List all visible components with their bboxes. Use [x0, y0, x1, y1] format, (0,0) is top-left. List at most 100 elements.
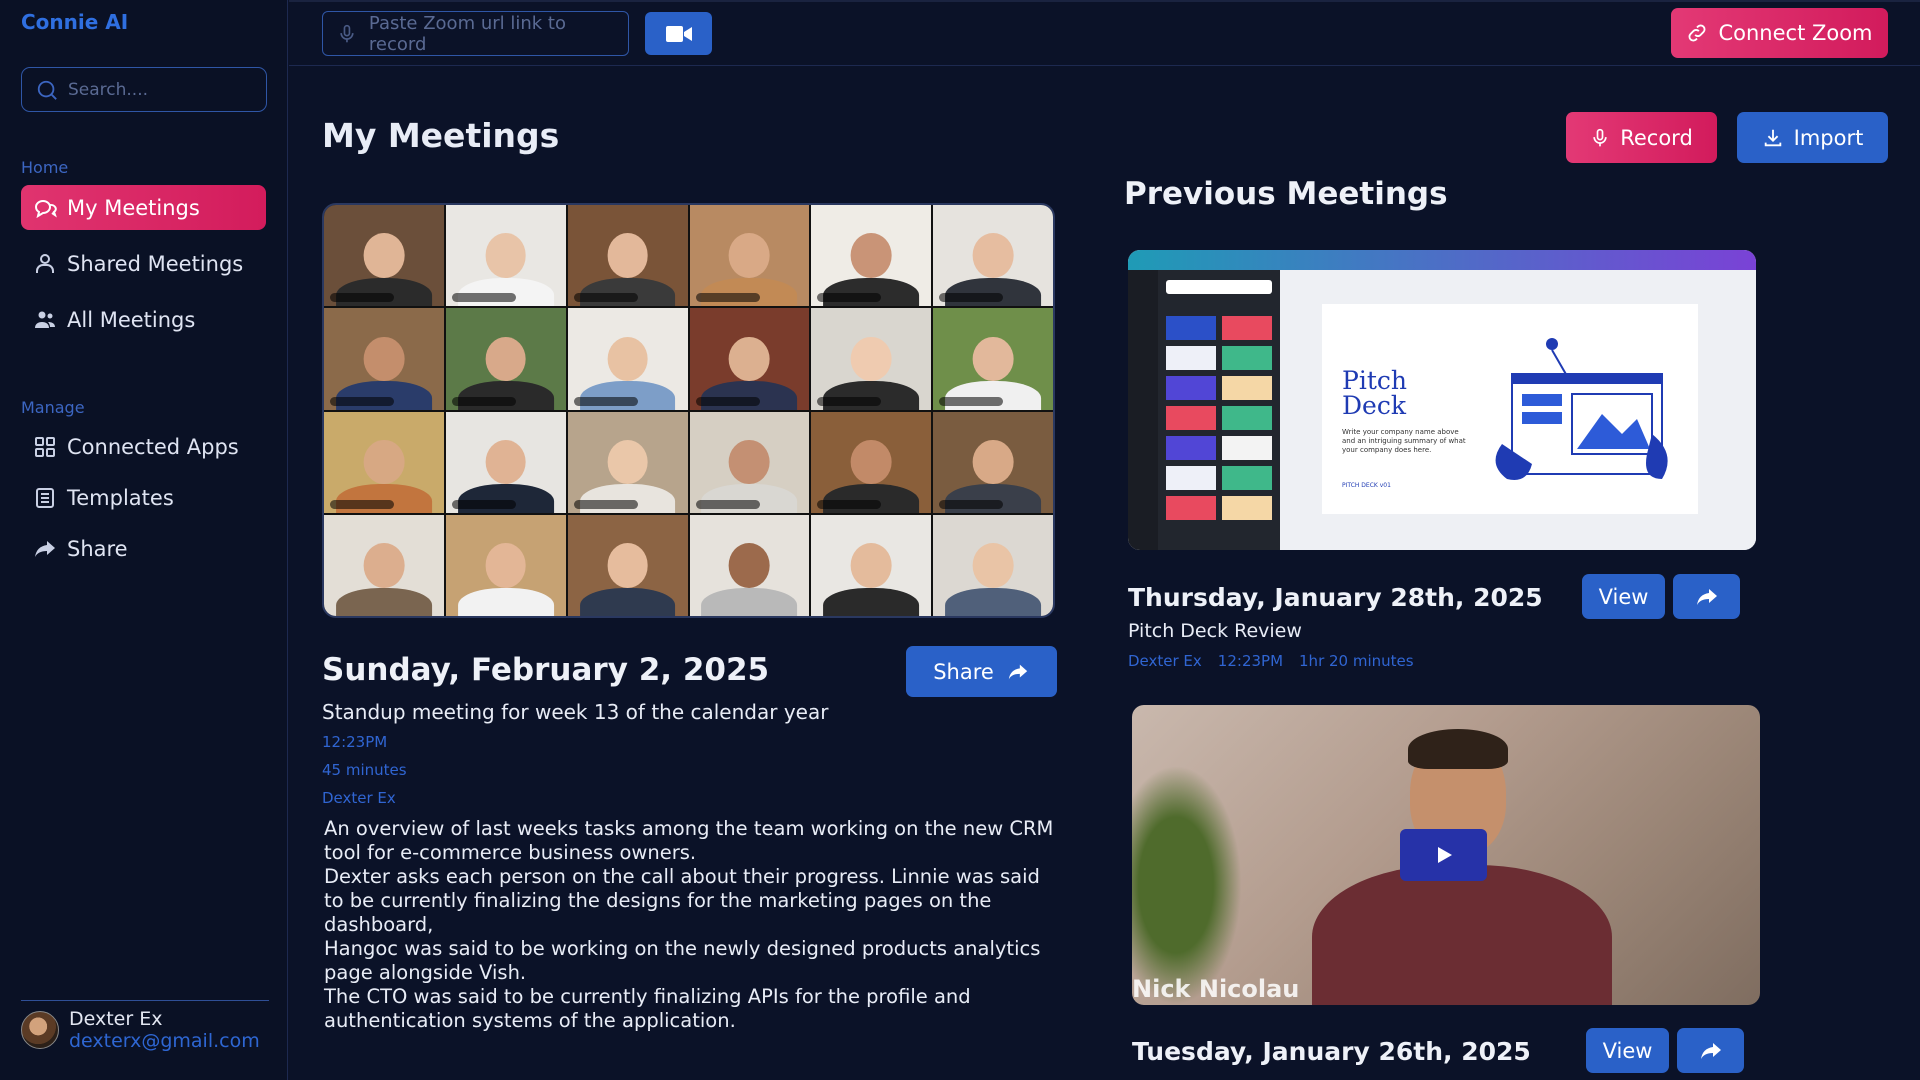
sidebar-item-my-meetings[interactable]: My Meetings: [21, 185, 266, 230]
meeting-thumbnail[interactable]: Pitch Deck Write your company name above…: [1128, 250, 1756, 550]
meeting-subtitle: Standup meeting for week 13 of the calen…: [322, 700, 829, 724]
share-arrow-icon: [1696, 588, 1717, 605]
user-email: dexterx@gmail.com: [69, 1030, 260, 1052]
participant-tile: [689, 308, 810, 410]
slide-title-line-1: Pitch: [1342, 366, 1407, 395]
sidebar-item-label: Shared Meetings: [67, 251, 244, 276]
meeting-date: Sunday, February 2, 2025: [322, 652, 770, 688]
meeting-video-grid[interactable]: [322, 203, 1055, 618]
share-arrow-icon: [1008, 664, 1027, 679]
connect-zoom-label: Connect Zoom: [1718, 21, 1873, 45]
connect-zoom-button[interactable]: Connect Zoom: [1671, 8, 1888, 58]
participant-tile: [445, 411, 566, 513]
participant-tile: [445, 205, 566, 307]
search-icon: [37, 80, 57, 100]
participant-tile: [445, 308, 566, 410]
meeting-host: Dexter Ex: [1128, 652, 1202, 670]
import-button[interactable]: Import: [1737, 112, 1888, 163]
meeting-duration: 45 minutes: [322, 761, 407, 779]
meeting-time: 12:23PM: [1217, 652, 1284, 670]
participant-tile: [445, 514, 566, 616]
speaker-shirt: [1312, 865, 1612, 1005]
sidebar-item-connected-apps[interactable]: Connected Apps: [21, 424, 266, 469]
participant-tile: [933, 308, 1053, 410]
sidebar-item-label: All Meetings: [67, 307, 196, 332]
sidebar: Connie AI Search.... Home My Meetings Sh…: [0, 0, 288, 1080]
zoom-url-placeholder: Paste Zoom url link to record: [368, 12, 566, 55]
record-button[interactable]: Record: [1566, 112, 1717, 163]
slide-footer: PITCH DECK v01: [1342, 482, 1391, 489]
meeting-date: Thursday, January 28th, 2025: [1128, 583, 1543, 612]
participant-tile: [811, 205, 932, 307]
sidebar-item-label: My Meetings: [67, 195, 200, 220]
participant-tile: [567, 308, 688, 410]
participant-tile: [324, 411, 444, 513]
participant-tile: [811, 411, 932, 513]
slide-title-line-2: Deck: [1342, 391, 1406, 420]
meeting-host: Dexter Ex: [322, 789, 396, 807]
participant-tile: [567, 411, 688, 513]
previous-meetings-title: Previous Meetings: [1124, 176, 1448, 212]
sidebar-item-label: Connected Apps: [67, 434, 239, 459]
slide-toolbar: [1128, 250, 1756, 270]
meeting-time: 12:23PM: [322, 733, 388, 751]
template-icon: [36, 487, 54, 508]
participant-tile: [689, 514, 810, 616]
slide-template-panel: [1158, 270, 1280, 550]
meeting-date: Tuesday, January 26th, 2025: [1132, 1037, 1531, 1066]
download-icon: [1764, 129, 1781, 146]
view-button[interactable]: View: [1582, 574, 1665, 619]
chat-bubbles-icon: [34, 199, 57, 218]
grid-icon: [35, 436, 55, 457]
participant-tile: [689, 411, 810, 513]
slide: Pitch Deck Write your company name above…: [1322, 304, 1698, 514]
participant-tile: [933, 205, 1053, 307]
avatar[interactable]: [21, 1011, 59, 1049]
speaker-hair: [1408, 729, 1508, 769]
share-button[interactable]: [1677, 1028, 1744, 1073]
play-button[interactable]: [1400, 829, 1487, 881]
sidebar-item-shared-meetings[interactable]: Shared Meetings: [21, 241, 266, 286]
section-label-home: Home: [21, 158, 69, 177]
meeting-description: An overview of last weeks tasks among th…: [324, 817, 1054, 1032]
search-input[interactable]: Search....: [21, 67, 267, 112]
zoom-url-input[interactable]: Paste Zoom url link to record: [322, 11, 629, 56]
share-button[interactable]: Share: [906, 646, 1057, 697]
sidebar-item-label: Share: [67, 536, 128, 561]
participant-tile: [933, 514, 1053, 616]
people-icon: [35, 311, 55, 328]
person-icon: [36, 253, 54, 273]
share-button[interactable]: [1673, 574, 1740, 619]
link-icon: [1689, 24, 1706, 42]
sidebar-item-share[interactable]: Share: [21, 526, 266, 571]
sidebar-item-all-meetings[interactable]: All Meetings: [21, 297, 266, 342]
meeting-video-thumbnail[interactable]: Nick Nicolau: [1132, 705, 1760, 1005]
participant-tile: [689, 205, 810, 307]
slide-body-text: Write your company name above and an int…: [1342, 428, 1466, 454]
speaker-name: Nick Nicolau: [1132, 975, 1300, 1003]
page-title: My Meetings: [322, 116, 560, 155]
participant-tile: [324, 205, 444, 307]
participant-tile: [811, 308, 932, 410]
sidebar-item-templates[interactable]: Templates: [21, 475, 266, 520]
share-arrow-icon: [1700, 1042, 1721, 1059]
video-camera-button[interactable]: [645, 12, 712, 55]
import-label: Import: [1793, 125, 1864, 150]
user-profile[interactable]: Dexter Ex dexterx@gmail.com: [21, 1008, 260, 1052]
record-label: Record: [1620, 125, 1693, 150]
participant-tile: [567, 205, 688, 307]
meeting-meta: Dexter Ex 12:23PM 1hr 20 minutes: [1128, 652, 1414, 670]
meeting-subtitle: Pitch Deck Review: [1128, 620, 1302, 642]
participant-tile: [324, 514, 444, 616]
share-arrow-icon: [35, 540, 55, 557]
play-icon: [1437, 847, 1452, 863]
slide-tool-rail: [1128, 270, 1158, 550]
view-button[interactable]: View: [1586, 1028, 1669, 1073]
participant-tile: [324, 308, 444, 410]
user-divider: [21, 1000, 269, 1001]
app-logo[interactable]: Connie AI: [21, 10, 128, 34]
search-placeholder: Search....: [68, 79, 149, 100]
plant-decoration: [1132, 765, 1242, 1005]
participant-tile: [567, 514, 688, 616]
meeting-duration: 1hr 20 minutes: [1299, 652, 1414, 670]
